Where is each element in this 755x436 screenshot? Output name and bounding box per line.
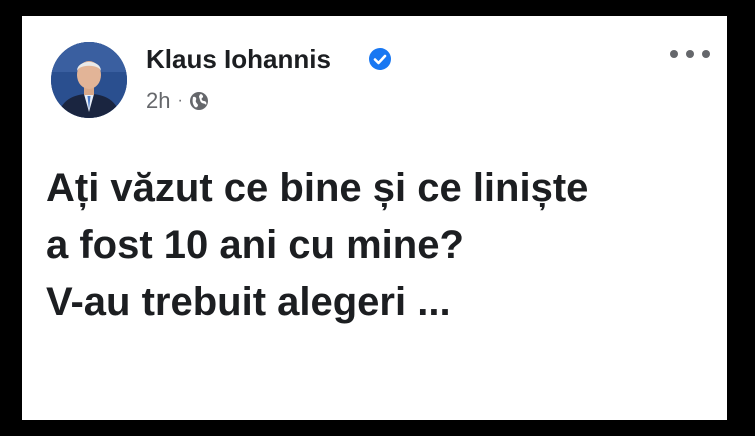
screenshot-frame: Klaus Iohannis 2h · Ați văzut ce bine și… <box>0 0 755 436</box>
more-dot <box>670 50 678 58</box>
verified-badge-icon <box>369 48 391 70</box>
avatar-image <box>51 42 127 118</box>
post-meta: 2h · <box>146 86 209 116</box>
meta-separator: · <box>177 92 183 109</box>
post-text-line: Ați văzut ce bine și ce liniște <box>46 166 589 210</box>
more-dot <box>686 50 694 58</box>
more-dot <box>702 50 710 58</box>
post-timestamp[interactable]: 2h <box>146 88 170 114</box>
post-text: Ați văzut ce bine și ce liniște a fost 1… <box>46 160 716 331</box>
globe-icon[interactable] <box>189 91 209 111</box>
post-text-line: V-au trebuit alegeri ... <box>46 280 451 324</box>
post-card: Klaus Iohannis 2h · Ați văzut ce bine și… <box>22 16 727 420</box>
more-options-icon[interactable] <box>670 44 710 64</box>
author-name[interactable]: Klaus Iohannis <box>146 43 331 75</box>
post-text-line: a fost 10 ani cu mine? <box>46 223 464 267</box>
avatar[interactable] <box>51 42 127 118</box>
